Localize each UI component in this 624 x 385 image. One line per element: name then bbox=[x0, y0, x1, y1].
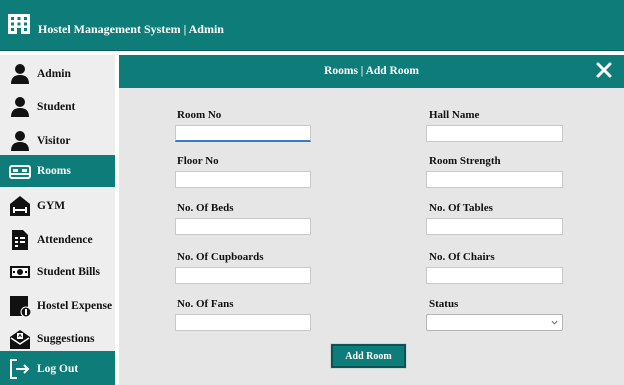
sidebar-item-label: Student Bills bbox=[37, 266, 100, 278]
add-room-panel: Rooms | Add Room Room No Floor No No. Of… bbox=[119, 55, 624, 385]
chairs-label: No. Of Chairs bbox=[429, 251, 495, 263]
sidebar-item-label: Visitor bbox=[37, 135, 71, 147]
sidebar-item-log-out[interactable]: Log Out bbox=[0, 351, 115, 385]
add-room-button[interactable]: Add Room bbox=[331, 344, 406, 368]
logout-icon bbox=[10, 359, 30, 379]
hall-name-label: Hall Name bbox=[429, 109, 480, 121]
floor-no-label: Floor No bbox=[177, 155, 219, 167]
status-select[interactable] bbox=[426, 314, 563, 331]
fans-input[interactable] bbox=[175, 314, 311, 331]
person-icon bbox=[11, 64, 29, 84]
panel-title: Rooms | Add Room bbox=[324, 65, 419, 77]
sidebar-item-label: Log Out bbox=[37, 363, 79, 375]
panel-header: Rooms | Add Room bbox=[119, 55, 624, 88]
envelope-icon bbox=[10, 330, 30, 349]
cupboards-input[interactable] bbox=[175, 267, 311, 284]
tables-input[interactable] bbox=[426, 218, 563, 235]
room-strength-input[interactable] bbox=[426, 171, 563, 188]
sidebar-item-label: Attendence bbox=[37, 234, 93, 246]
chairs-input[interactable] bbox=[426, 267, 563, 284]
person-icon bbox=[11, 97, 29, 117]
sidebar-item-label: Student bbox=[37, 101, 76, 113]
tables-label: No. Of Tables bbox=[429, 202, 493, 214]
hall-name-input[interactable] bbox=[426, 125, 563, 142]
expense-icon bbox=[10, 296, 31, 317]
close-icon[interactable] bbox=[596, 62, 612, 78]
sidebar-item-label: GYM bbox=[37, 200, 66, 212]
sidebar-item-label: Rooms bbox=[37, 165, 71, 177]
person-icon bbox=[11, 131, 29, 151]
beds-label: No. Of Beds bbox=[177, 202, 234, 214]
sidebar-item-label: Suggestions bbox=[37, 333, 95, 345]
sidebar-item-hostel-expense[interactable]: Hostel Expense bbox=[0, 290, 115, 322]
app-header: Hostel Management System | Admin bbox=[0, 0, 624, 51]
sidebar-item-student[interactable]: Student bbox=[0, 91, 115, 123]
room-no-label: Room No bbox=[177, 109, 222, 121]
status-label: Status bbox=[429, 298, 459, 310]
sidebar-item-attendence[interactable]: Attendence bbox=[0, 224, 115, 256]
floor-no-input[interactable] bbox=[175, 171, 311, 188]
sidebar-item-admin[interactable]: Admin bbox=[0, 58, 115, 90]
dumbbell-icon bbox=[10, 196, 30, 216]
bed-icon bbox=[9, 165, 31, 179]
fans-label: No. Of Fans bbox=[177, 298, 234, 310]
beds-input[interactable] bbox=[175, 218, 311, 235]
sidebar: Admin Student Visitor Rooms GYM Attenden… bbox=[0, 55, 115, 385]
sidebar-item-gym[interactable]: GYM bbox=[0, 190, 115, 222]
room-no-input[interactable] bbox=[175, 125, 311, 142]
sidebar-item-visitor[interactable]: Visitor bbox=[0, 125, 115, 157]
sidebar-item-student-bills[interactable]: Student Bills bbox=[0, 256, 115, 288]
cupboards-label: No. Of Cupboards bbox=[177, 251, 264, 263]
document-icon bbox=[12, 230, 28, 250]
app-title: Hostel Management System | Admin bbox=[38, 22, 224, 36]
building-icon bbox=[8, 14, 30, 34]
sidebar-item-rooms[interactable]: Rooms bbox=[0, 155, 115, 187]
sidebar-item-label: Hostel Expense bbox=[37, 300, 113, 312]
sidebar-item-label: Admin bbox=[37, 68, 71, 80]
chevron-down-icon bbox=[551, 320, 558, 325]
room-strength-label: Room Strength bbox=[429, 155, 501, 167]
money-icon bbox=[10, 266, 30, 278]
